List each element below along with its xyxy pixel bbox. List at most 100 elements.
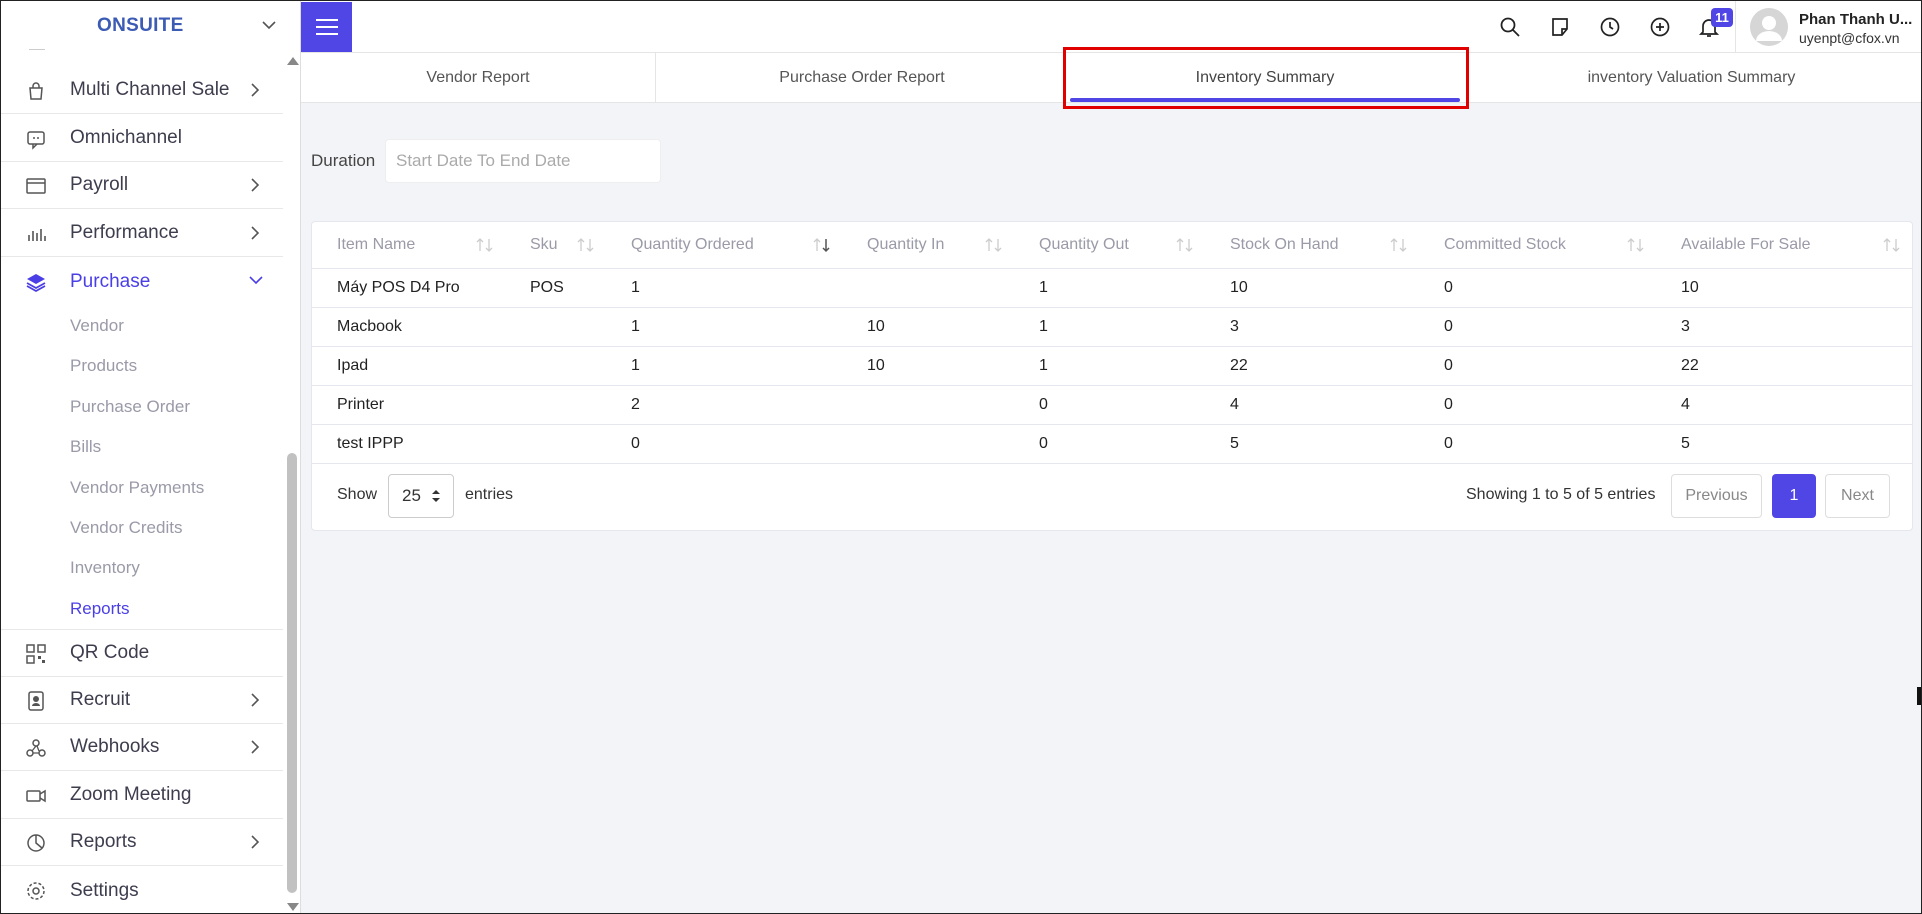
sort-icon[interactable]	[1389, 237, 1409, 253]
page-size-value: 25	[402, 486, 421, 505]
cell-quantity-out: 1	[1014, 346, 1205, 386]
table-row: Printer 2 0 4 0 4	[312, 385, 1912, 425]
column-header-label: Quantity Ordered	[631, 235, 754, 253]
previous-page-button[interactable]: Previous	[1671, 474, 1762, 518]
sidebar-item-performance[interactable]: Performance	[1, 210, 283, 257]
column-header-sku[interactable]: Sku	[505, 222, 606, 269]
cell-available-for-sale: 3	[1656, 307, 1912, 347]
sort-desc-icon[interactable]	[812, 237, 832, 253]
sidebar-item-label: Performance	[70, 222, 179, 243]
sidebar-subitem-inventory[interactable]: Inventory	[70, 558, 140, 578]
tab-inventory-summary[interactable]: Inventory Summary	[1070, 53, 1460, 103]
next-page-button[interactable]: Next	[1825, 474, 1890, 518]
sidebar-item-omnichannel[interactable]: Omnichannel	[1, 115, 283, 162]
cell-sku	[505, 307, 606, 347]
chevron-down-icon[interactable]	[261, 19, 277, 31]
column-header-label: Stock On Hand	[1230, 235, 1339, 253]
sidebar-subitem-vendor-payments[interactable]: Vendor Payments	[70, 478, 204, 498]
cell-available-for-sale: 22	[1656, 346, 1912, 386]
tab-inventory-valuation-summary[interactable]: inventory Valuation Summary	[1460, 53, 1921, 103]
cell-item-name: Macbook	[312, 307, 505, 347]
column-header-quantity-out[interactable]: Quantity Out	[1014, 222, 1205, 269]
sort-icon[interactable]	[1626, 237, 1646, 253]
cell-stock-on-hand: 4	[1205, 385, 1419, 425]
user-name[interactable]: Phan Thanh U...	[1799, 11, 1912, 28]
chevron-right-icon	[251, 740, 260, 754]
table-row: Máy POS D4 Pro POS 1 1 10 0 10	[312, 268, 1912, 308]
user-icon	[1750, 8, 1788, 46]
sidebar-subitem-vendor-credits[interactable]: Vendor Credits	[70, 518, 182, 538]
cell-quantity-out: 1	[1014, 307, 1205, 347]
cell-sku	[505, 385, 606, 425]
column-header-label: Sku	[530, 235, 558, 253]
cell-committed-stock: 0	[1419, 268, 1656, 308]
divider	[1735, 1, 1736, 53]
sidebar-subitem-products[interactable]: Products	[70, 356, 137, 376]
column-header-quantity-in[interactable]: Quantity In	[842, 222, 1014, 269]
column-header-quantity-ordered[interactable]: Quantity Ordered	[606, 222, 842, 269]
sidebar-item-recruit[interactable]: Recruit	[1, 677, 283, 724]
menu-toggle-button[interactable]	[301, 2, 352, 52]
pie-chart-icon	[27, 834, 45, 852]
duration-date-range-input[interactable]	[385, 139, 661, 183]
sort-icon[interactable]	[1175, 237, 1195, 253]
cell-committed-stock: 0	[1419, 307, 1656, 347]
wallet-icon	[26, 178, 46, 194]
sidebar-subitem-reports[interactable]: Reports	[70, 599, 130, 619]
avatar[interactable]	[1750, 8, 1788, 46]
duration-label: Duration	[311, 151, 376, 170]
sidebar-subitem-purchase-order[interactable]: Purchase Order	[70, 397, 190, 417]
column-header-committed-stock[interactable]: Committed Stock	[1419, 222, 1656, 269]
notification-badge: 11	[1711, 8, 1733, 27]
bar-chart-icon	[28, 229, 46, 241]
sidebar-item-webhooks[interactable]: Webhooks	[1, 724, 283, 771]
inventory-summary-table-card: Item Name Sku Quantity Ordered Quantity …	[311, 221, 1913, 531]
scroll-down-arrow-icon[interactable]	[287, 903, 299, 911]
top-header: 11 Phan Thanh U... uyenpt@cfox.vn	[301, 1, 1921, 53]
sort-icon[interactable]	[984, 237, 1004, 253]
tab-vendor-report[interactable]: Vendor Report	[301, 53, 655, 103]
sort-icon[interactable]	[576, 237, 596, 253]
page-size-select[interactable]: 25	[388, 474, 454, 518]
column-header-label: Quantity In	[867, 235, 945, 253]
table-row: test IPPP 0 0 5 0 5	[312, 424, 1912, 464]
sort-icon[interactable]	[1882, 237, 1902, 253]
sidebar-item-label: QR Code	[70, 642, 150, 663]
layers-icon	[26, 274, 46, 293]
sidebar-item-settings[interactable]: Settings	[1, 867, 283, 913]
sidebar-item-purchase[interactable]: Purchase	[1, 258, 283, 305]
tab-purchase-order-report[interactable]: Purchase Order Report	[656, 53, 1068, 103]
cell-quantity-ordered: 2	[606, 385, 842, 425]
sidebar-subitem-vendor[interactable]: Vendor	[70, 316, 124, 336]
sidebar-item-qr-code[interactable]: QR Code	[1, 630, 283, 677]
column-header-available-for-sale[interactable]: Available For Sale	[1656, 222, 1912, 269]
scrollbar-thumb[interactable]	[287, 453, 297, 893]
cell-stock-on-hand: 10	[1205, 268, 1419, 308]
sidebar-item-label: Recruit	[70, 689, 131, 710]
cell-stock-on-hand: 22	[1205, 346, 1419, 386]
cell-item-name: test IPPP	[312, 424, 505, 464]
brand-logo[interactable]: ONSUITE	[97, 15, 184, 37]
sidebar-item-label: Omnichannel	[70, 127, 182, 148]
brand-bar: ONSUITE	[1, 1, 300, 53]
note-icon[interactable]	[1549, 16, 1571, 38]
sidebar-scrollbar[interactable]	[285, 53, 299, 913]
sidebar-item-multi-channel-sale[interactable]: Multi Channel Sale	[1, 67, 283, 114]
entries-label: entries	[465, 486, 514, 503]
sidebar-item-payroll[interactable]: Payroll	[1, 162, 283, 209]
column-header-stock-on-hand[interactable]: Stock On Hand	[1205, 222, 1419, 269]
clock-icon[interactable]	[1599, 16, 1621, 38]
scroll-up-arrow-icon[interactable]	[287, 57, 299, 65]
search-icon[interactable]	[1499, 16, 1521, 38]
mouse-cursor	[1917, 687, 1921, 705]
column-header-item-name[interactable]: Item Name	[312, 222, 505, 269]
sidebar-item-zoom-meeting[interactable]: Zoom Meeting	[1, 772, 283, 819]
sort-icon[interactable]	[475, 237, 495, 253]
page-1-button[interactable]: 1	[1772, 474, 1816, 518]
add-circle-icon[interactable]	[1649, 16, 1671, 38]
sidebar-subitem-bills[interactable]: Bills	[70, 437, 101, 457]
cell-sku: POS	[505, 268, 606, 308]
chevron-right-icon	[251, 226, 260, 240]
table-header-row: Item Name Sku Quantity Ordered Quantity …	[312, 222, 1912, 269]
sidebar-item-reports[interactable]: Reports	[1, 819, 283, 866]
